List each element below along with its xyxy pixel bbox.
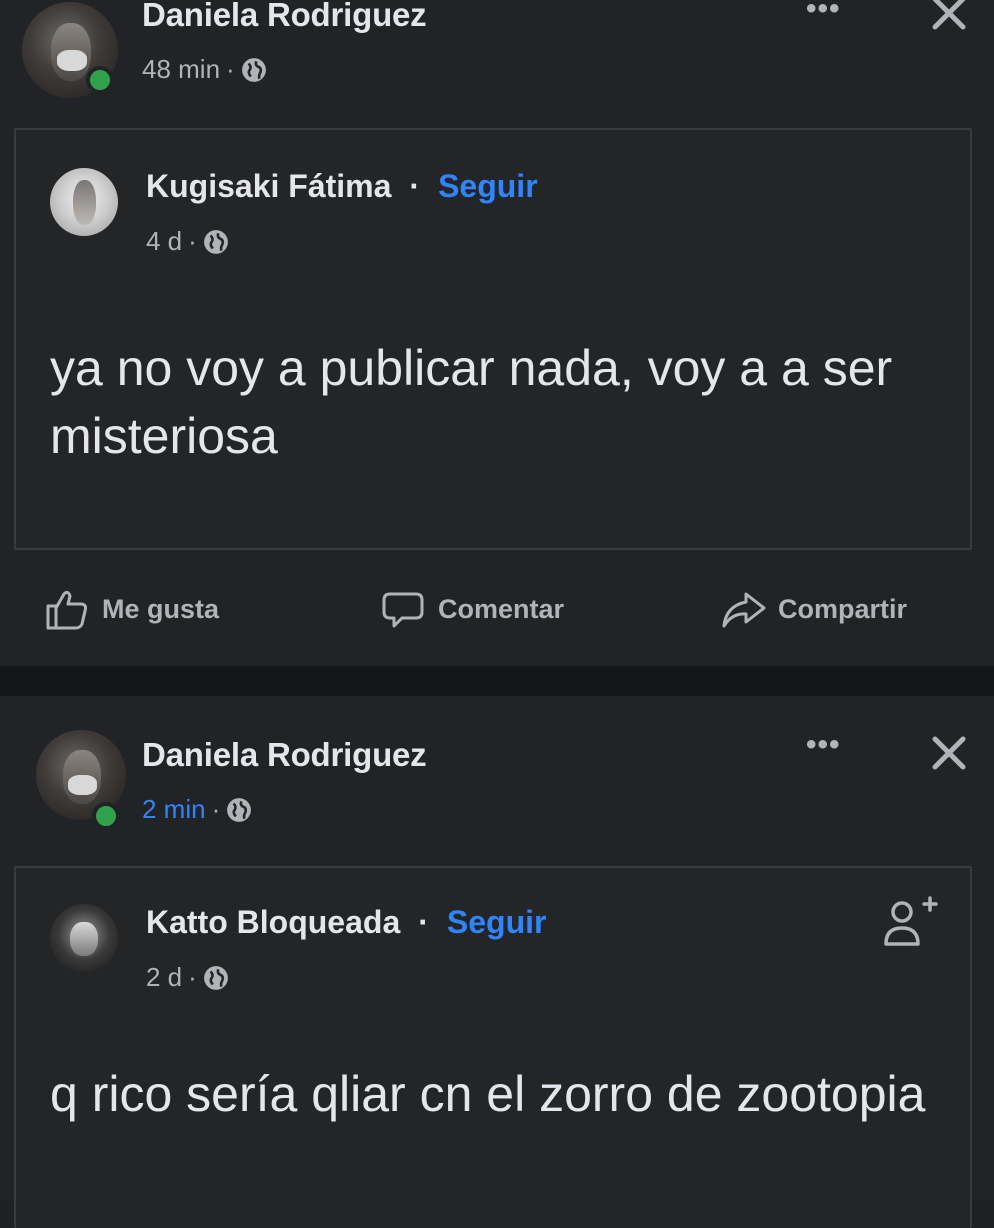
globe-icon <box>203 229 228 254</box>
add-friend-icon[interactable] <box>878 890 942 954</box>
post-text: ya no voy a publicar nada, voy a a ser m… <box>50 340 893 464</box>
shared-post[interactable]: Katto Bloqueada · Seguir 2 d · q rico se… <box>14 866 972 1228</box>
follow-button[interactable]: Seguir <box>438 168 538 205</box>
shared-author-line: Katto Bloqueada · Seguir <box>146 904 546 941</box>
post-time[interactable]: 48 min <box>142 54 220 85</box>
share-arrow-icon <box>722 592 766 628</box>
more-options-icon[interactable]: ••• <box>806 728 841 762</box>
post-meta: 48 min · <box>142 54 267 85</box>
name-separator: · <box>409 168 421 204</box>
shared-post[interactable]: Kugisaki Fátima · Seguir 4 d · ya no voy… <box>14 128 972 550</box>
shared-post-time[interactable]: 2 d <box>146 962 182 993</box>
author-name[interactable]: Daniela Rodriguez <box>142 736 427 774</box>
name-separator: · <box>418 904 429 940</box>
author-avatar[interactable] <box>36 730 126 830</box>
like-label: Me gusta <box>102 593 220 624</box>
post-meta: 2 min · <box>142 794 252 825</box>
shared-post-meta: 2 d · <box>146 962 229 993</box>
follow-button[interactable]: Seguir <box>447 904 547 941</box>
author-name[interactable]: Daniela Rodriguez <box>142 0 427 34</box>
meta-separator: · <box>188 962 197 992</box>
feed-divider <box>0 666 994 696</box>
more-options-icon[interactable]: ••• <box>806 0 841 26</box>
author-avatar[interactable] <box>22 2 118 98</box>
post-actions-bar: Me gusta Comentar Compartir <box>0 574 994 644</box>
post-time[interactable]: 2 min <box>142 794 206 825</box>
avatar-photo <box>70 921 98 956</box>
thumbs-up-icon <box>46 590 88 630</box>
comment-button[interactable]: Comentar <box>380 574 564 644</box>
globe-icon <box>241 57 266 82</box>
meta-separator: · <box>211 794 221 824</box>
globe-icon <box>227 797 252 822</box>
like-button[interactable]: Me gusta <box>44 574 219 644</box>
post-text: q rico sería qliar cn el zorro de zootop… <box>50 1066 926 1122</box>
post-card: Daniela Rodriguez 48 min · ••• Kugisaki … <box>0 0 994 666</box>
avatar-mask <box>56 50 88 72</box>
online-status-indicator <box>92 802 120 830</box>
close-icon[interactable] <box>930 0 968 32</box>
close-icon[interactable] <box>930 734 968 772</box>
meta-separator: · <box>188 226 197 256</box>
share-label: Compartir <box>778 593 908 624</box>
online-status-indicator <box>86 66 114 94</box>
shared-post-time[interactable]: 4 d <box>146 226 182 257</box>
share-button[interactable]: Compartir <box>720 574 907 644</box>
avatar-mask <box>68 775 98 795</box>
shared-author-avatar[interactable] <box>50 168 118 236</box>
comment-icon <box>382 592 424 628</box>
shared-author-name[interactable]: Katto Bloqueada <box>146 904 400 941</box>
post-card: Daniela Rodriguez 2 min · ••• Katto Bloq… <box>0 696 994 1228</box>
comment-label: Comentar <box>438 593 565 624</box>
shared-author-avatar[interactable] <box>50 904 118 972</box>
avatar-photo <box>73 180 97 226</box>
meta-separator: · <box>226 54 235 84</box>
globe-icon <box>203 965 228 990</box>
shared-author-name[interactable]: Kugisaki Fátima <box>146 168 391 205</box>
shared-author-line: Kugisaki Fátima · Seguir <box>146 168 538 205</box>
shared-post-meta: 4 d · <box>146 226 229 257</box>
